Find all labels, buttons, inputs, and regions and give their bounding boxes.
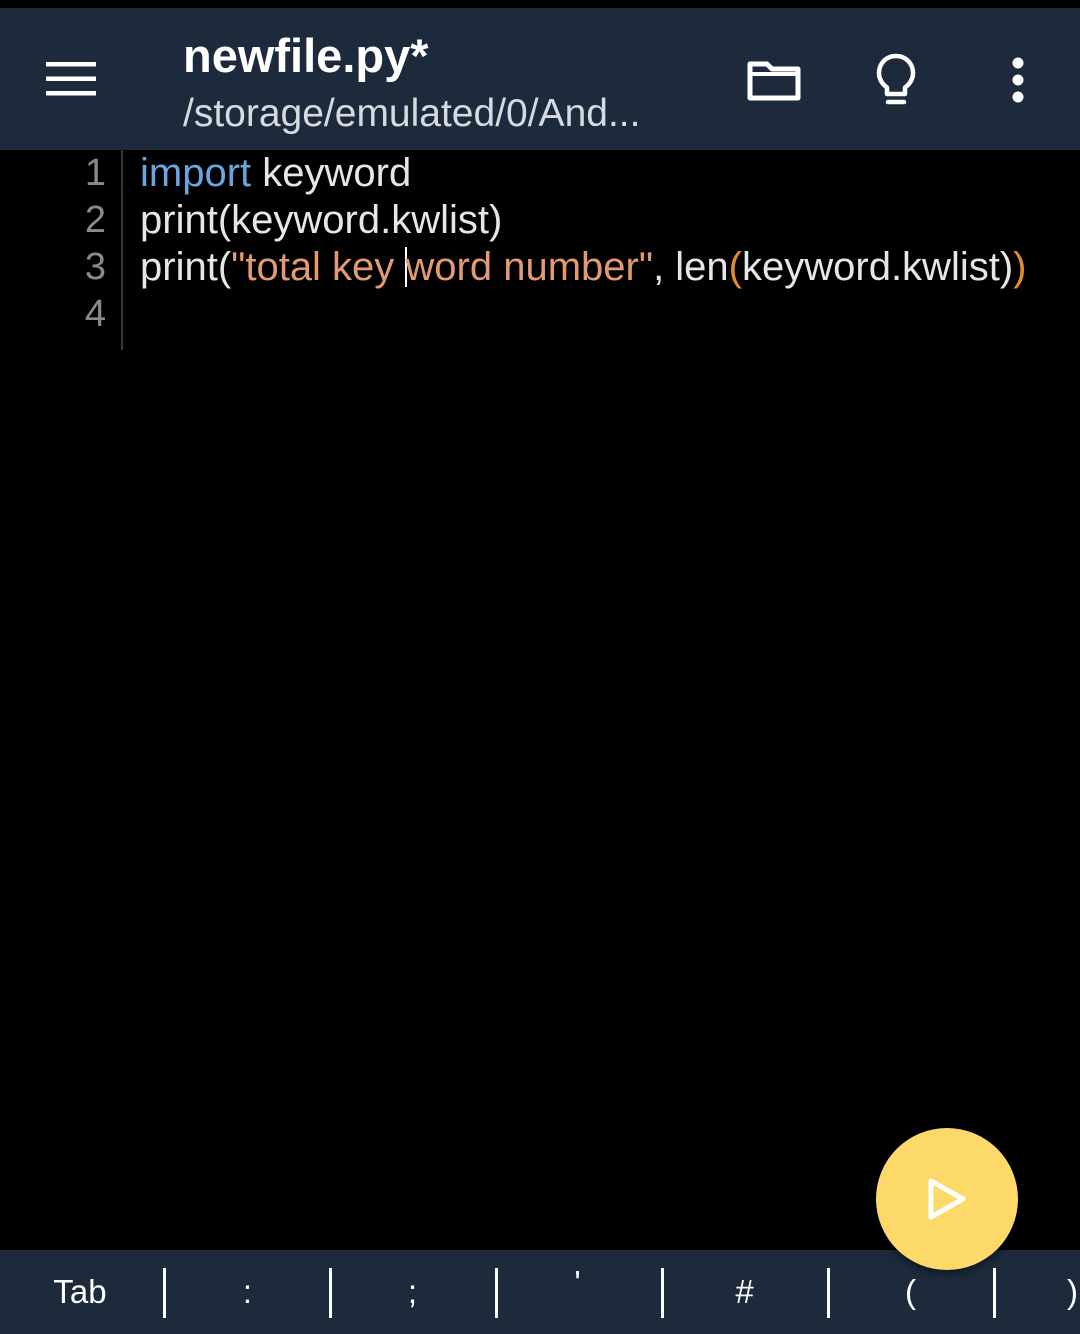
- hint-button[interactable]: [856, 40, 936, 120]
- editor-screen: newfile.py* /storage/emulated/0/And... 1…: [0, 0, 1080, 1334]
- key-colon[interactable]: :: [190, 1250, 305, 1334]
- code-line: 2 print(keyword.kwlist): [0, 197, 1080, 244]
- folder-icon: [747, 61, 801, 101]
- key-semicolon[interactable]: ;: [355, 1250, 470, 1334]
- app-toolbar: newfile.py* /storage/emulated/0/And...: [0, 8, 1080, 150]
- lightbulb-icon: [876, 53, 916, 105]
- code-editor[interactable]: 1 import keyword 2 print(keyword.kwlist)…: [0, 150, 1080, 1250]
- matched-bracket: (: [728, 245, 742, 289]
- open-folder-button[interactable]: [734, 40, 814, 120]
- more-options-button[interactable]: [978, 40, 1058, 120]
- key-divider: [329, 1268, 332, 1318]
- code-line: 3 print("total key word number", len(key…: [0, 244, 1080, 291]
- line-number: 3: [84, 246, 106, 288]
- matched-bracket: ): [1013, 245, 1027, 289]
- key-divider: [993, 1268, 996, 1318]
- line-number: 4: [84, 293, 106, 335]
- key-divider: [661, 1268, 664, 1318]
- file-path: /storage/emulated/0/And...: [183, 92, 641, 135]
- code-token: print(: [140, 245, 232, 289]
- file-title: newfile.py*: [183, 29, 429, 82]
- more-vert-icon: [1012, 57, 1024, 103]
- code-line: 4: [0, 291, 1080, 338]
- line-number: 1: [84, 152, 106, 194]
- key-divider: [827, 1268, 830, 1318]
- menu-button[interactable]: [30, 44, 112, 114]
- code-token: keyword.kwlist): [742, 245, 1014, 289]
- line-text: print(keyword.kwlist): [140, 198, 503, 242]
- key-divider: [495, 1268, 498, 1318]
- key-close-paren[interactable]: ): [1020, 1250, 1080, 1334]
- menu-icon: [46, 62, 96, 96]
- key-divider: [163, 1268, 166, 1318]
- string-token: "total key: [231, 245, 406, 289]
- string-token: word number": [405, 245, 654, 289]
- run-button[interactable]: [876, 1128, 1018, 1270]
- key-tab[interactable]: Tab: [20, 1250, 140, 1334]
- play-icon: [928, 1178, 966, 1220]
- code-line: 1 import keyword: [0, 150, 1080, 197]
- status-bar-strip: [0, 0, 1080, 8]
- code-token: keyword: [251, 151, 412, 195]
- line-text: print("total key word number", len(keywo…: [140, 244, 1026, 291]
- line-number: 2: [84, 199, 106, 241]
- key-hash[interactable]: #: [687, 1250, 802, 1334]
- keyword-token: import: [140, 151, 252, 195]
- line-text: import keyword: [140, 150, 411, 197]
- code-token: , len: [653, 245, 729, 289]
- key-quote[interactable]: ': [520, 1250, 635, 1334]
